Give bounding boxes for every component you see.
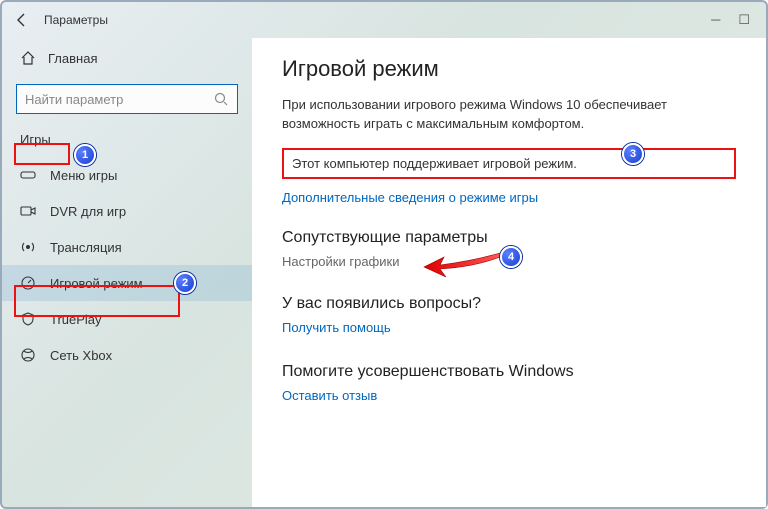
search-input[interactable] [25, 92, 213, 107]
related-heading: Сопутствующие параметры [282, 229, 736, 247]
nav-item-game-bar[interactable]: Меню игры [2, 157, 252, 193]
help-link[interactable]: Получить помощь [282, 320, 391, 335]
annotation-arrow [422, 247, 502, 287]
improve-heading: Помогите усовершенствовать Windows [282, 363, 736, 381]
dvr-icon [20, 203, 36, 219]
maximize-button[interactable]: ☐ [738, 12, 750, 28]
nav-item-game-mode[interactable]: Игровой режим [2, 265, 252, 301]
nav-label: Сеть Xbox [50, 348, 112, 363]
nav-label: Меню игры [50, 168, 117, 183]
window-controls: ─ ☐ [711, 12, 758, 28]
nav-item-trueplay[interactable]: TruePlay [2, 301, 252, 337]
annotation-badge-2: 2 [174, 272, 196, 294]
annotation-badge-1: 1 [74, 144, 96, 166]
shield-icon [20, 311, 36, 327]
graphics-settings-link[interactable]: Настройки графики [282, 254, 399, 269]
back-button[interactable] [10, 8, 34, 32]
titlebar: Параметры ─ ☐ [2, 2, 766, 38]
main-panel: Игровой режим При использовании игрового… [252, 38, 766, 507]
search-box[interactable] [16, 84, 238, 114]
annotation-badge-4: 4 [500, 246, 522, 268]
nav-item-dvr[interactable]: DVR для игр [2, 193, 252, 229]
support-status: Этот компьютер поддерживает игровой режи… [282, 148, 736, 179]
support-text: Этот компьютер поддерживает игровой режи… [292, 156, 577, 171]
more-info-link[interactable]: Дополнительные сведения о режиме игры [282, 190, 538, 205]
nav-item-xbox[interactable]: Сеть Xbox [2, 337, 252, 373]
page-heading: Игровой режим [282, 56, 736, 82]
arrow-left-icon [14, 12, 30, 28]
home-button[interactable]: Главная [2, 42, 252, 74]
feedback-link[interactable]: Оставить отзыв [282, 388, 377, 403]
home-label: Главная [48, 51, 97, 66]
page-description: При использовании игрового режима Window… [282, 96, 736, 134]
broadcast-icon [20, 239, 36, 255]
nav-label: DVR для игр [50, 204, 126, 219]
nav-label: Трансляция [50, 240, 122, 255]
gauge-icon [20, 275, 36, 291]
annotation-badge-3: 3 [622, 143, 644, 165]
window-title: Параметры [44, 13, 108, 27]
window-body: Главная Игры Меню игры DVR для игр Транс… [2, 38, 766, 507]
minimize-button[interactable]: ─ [711, 12, 720, 28]
nav-label: TruePlay [50, 312, 102, 327]
home-icon [20, 50, 36, 66]
sidebar: Главная Игры Меню игры DVR для игр Транс… [2, 38, 252, 507]
nav-label: Игровой режим [50, 276, 143, 291]
game-bar-icon [20, 167, 36, 183]
questions-heading: У вас появились вопросы? [282, 295, 736, 313]
nav-item-broadcast[interactable]: Трансляция [2, 229, 252, 265]
search-icon [213, 91, 229, 107]
xbox-icon [20, 347, 36, 363]
settings-window: Параметры ─ ☐ Главная Игры Меню игры DVR [0, 0, 768, 509]
category-label: Игры [2, 126, 252, 153]
